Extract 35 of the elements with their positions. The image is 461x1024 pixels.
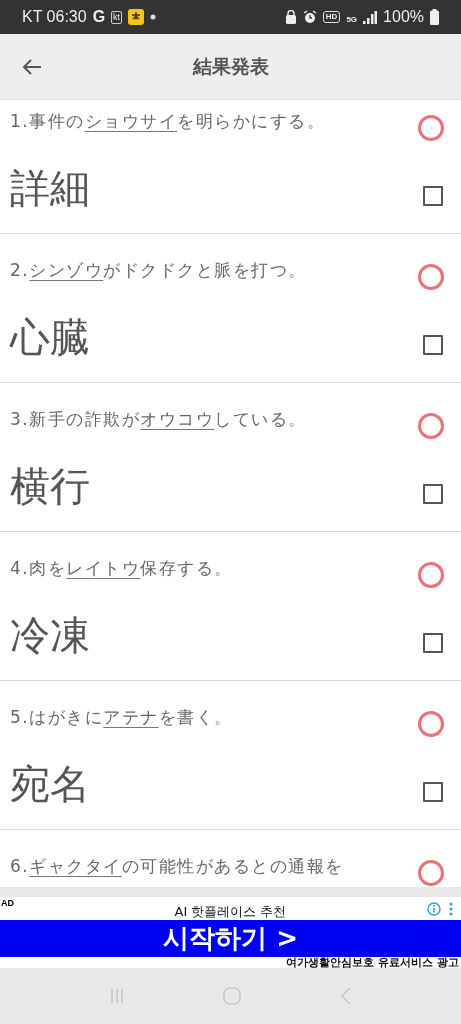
more-icon[interactable]: [449, 902, 453, 916]
question-text: 6.ギャクタイ の可能性があるとの通報を: [10, 855, 344, 878]
checkbox[interactable]: [423, 335, 443, 355]
carrier-badge: kt: [111, 10, 123, 24]
battery-icon: [430, 9, 439, 25]
screen-title: 結果発表: [192, 53, 269, 79]
network-label: 5G: [346, 15, 358, 25]
checkbox[interactable]: [423, 782, 443, 802]
signal-icon: [363, 10, 378, 24]
ad-disclaimer: 여가생활안심보호 유료서비스 광고: [286, 957, 459, 968]
alarm-icon: [302, 10, 317, 24]
ad-label: AD: [1, 898, 14, 908]
answer-text: 宛名: [10, 760, 90, 808]
question-text: 4.肉を レイトウ保存する。: [10, 557, 233, 580]
lock-icon: [284, 10, 297, 24]
carrier-time: KT 06:30: [22, 8, 87, 26]
question-text: 5.はがきにアテナ を書く。: [10, 706, 233, 729]
hd-badge: HD: [322, 11, 341, 23]
ad-start-button[interactable]: 시작하기 >: [0, 920, 461, 957]
question-text: 3.新手の詐欺がオウコウ している。: [10, 408, 307, 431]
ad-headline: AI 핫플레이스 추천: [174, 902, 287, 921]
info-icon[interactable]: [427, 902, 441, 916]
app-icon: [128, 9, 145, 25]
question-text: 1.事件の ショウサイ を明らかにする。: [10, 110, 326, 133]
answer-text: 詳細: [10, 164, 90, 212]
answer-text: 横行: [10, 462, 90, 510]
question-text: 2.シンゾウ がドクドクと脈を打つ。: [10, 259, 307, 282]
dot-icon: [150, 14, 157, 20]
checkbox[interactable]: [423, 186, 443, 206]
answer-text: 心臓: [10, 313, 90, 361]
checkbox[interactable]: [423, 484, 443, 504]
google-label: G: [92, 8, 106, 26]
answer-text: 冷凍: [10, 611, 90, 659]
battery-percent: 100%: [383, 8, 424, 26]
checkbox[interactable]: [423, 633, 443, 653]
